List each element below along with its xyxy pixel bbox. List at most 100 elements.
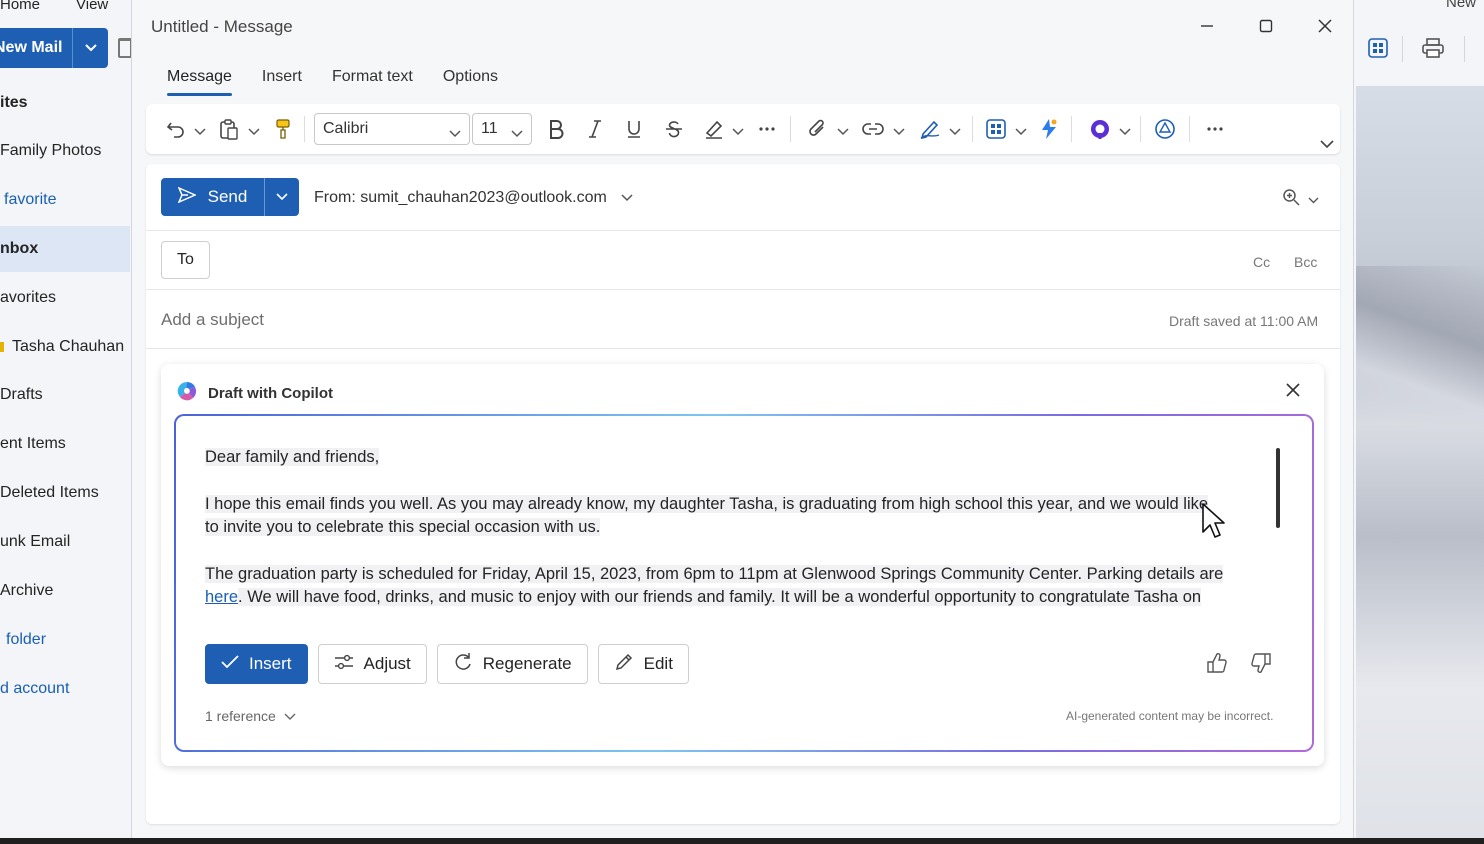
link-chevron-icon[interactable]: [893, 123, 905, 141]
reference-label: 1 reference: [205, 708, 276, 724]
chevron-down-icon: [621, 189, 633, 207]
new-mail-button[interactable]: New Mail: [0, 28, 108, 68]
background-toolbar: [1356, 28, 1484, 72]
minimize-icon[interactable]: [1195, 14, 1219, 38]
nav-item-archive[interactable]: Archive: [0, 568, 130, 614]
nav-item-drafts[interactable]: Drafts: [0, 372, 130, 418]
background-menu-bar: Home View: [0, 0, 130, 14]
more-options-icon[interactable]: [1206, 116, 1224, 142]
paste-icon[interactable]: [219, 116, 239, 142]
apps-icon[interactable]: [986, 116, 1006, 142]
reference-toggle[interactable]: 1 reference: [205, 708, 296, 724]
tab-format-text[interactable]: Format text: [332, 64, 413, 98]
from-selector[interactable]: From: sumit_chauhan2023@outlook.com: [314, 189, 633, 207]
desktop-wallpaper: [1356, 86, 1484, 838]
from-address: From: sumit_chauhan2023@outlook.com: [314, 189, 607, 206]
nav-item-new-folder[interactable]: folder: [0, 617, 130, 663]
parking-details-link[interactable]: here: [205, 588, 238, 606]
nav-item-deleted-items[interactable]: Deleted Items: [0, 470, 130, 516]
send-label: Send: [207, 187, 248, 206]
font-size-dropdown[interactable]: 11: [472, 113, 532, 145]
nav-item-junk-email[interactable]: unk Email: [0, 519, 130, 565]
more-format-icon[interactable]: [758, 116, 776, 142]
undo-icon[interactable]: [166, 116, 186, 142]
insert-button[interactable]: Insert: [205, 644, 308, 684]
print-icon[interactable]: [1422, 38, 1444, 63]
strikethrough-icon[interactable]: [665, 116, 683, 142]
tab-options[interactable]: Options: [443, 64, 498, 98]
paste-chevron-icon[interactable]: [248, 123, 260, 141]
format-painter-icon[interactable]: [275, 116, 291, 142]
send-button-group: Send: [161, 178, 299, 216]
cc-button[interactable]: Cc: [1253, 254, 1270, 270]
font-name-value: Calibri: [323, 120, 369, 137]
chevron-down-icon: [449, 125, 461, 143]
undo-chevron-icon[interactable]: [194, 123, 206, 141]
edit-button[interactable]: Edit: [597, 644, 689, 684]
ai-disclaimer: AI-generated content may be incorrect.: [1066, 709, 1274, 723]
font-name-dropdown[interactable]: Calibri: [314, 113, 470, 145]
font-size-value: 11: [481, 120, 498, 137]
apps-grid-icon[interactable]: [1368, 38, 1388, 63]
background-new-label: New: [1446, 0, 1477, 11]
maximize-icon[interactable]: [1254, 14, 1278, 38]
draft-greeting: Dear family and friends,: [205, 448, 380, 466]
loop-icon[interactable]: [1039, 116, 1059, 142]
nav-item-sent-items[interactable]: ent Items: [0, 421, 130, 467]
menu-view[interactable]: View: [76, 0, 108, 13]
copilot-header-label: Draft with Copilot: [208, 384, 333, 402]
signature-chevron-icon[interactable]: [949, 123, 961, 141]
regenerate-button[interactable]: Regenerate: [436, 644, 588, 684]
copilot-actions: Insert Adjust Regenerate Edit: [205, 644, 689, 684]
nav-item-add-favorite[interactable]: favorite: [0, 177, 130, 223]
highlight-icon[interactable]: [703, 116, 725, 142]
mouse-cursor-icon: [1201, 502, 1225, 545]
nav-item-family-photos[interactable]: Family Photos: [0, 128, 130, 174]
subject-input[interactable]: Add a subject: [161, 310, 264, 330]
sliders-icon: [334, 654, 354, 675]
draft-scrollbar[interactable]: [1276, 448, 1280, 528]
folder-color-icon: [0, 342, 4, 352]
title-bar[interactable]: Untitled - Message: [132, 0, 1353, 52]
editor-icon[interactable]: [1154, 116, 1176, 142]
italic-icon[interactable]: [587, 116, 603, 142]
nav-item-tasha-chauhan[interactable]: Tasha Chauhan: [0, 324, 130, 370]
menu-home[interactable]: Home: [0, 0, 40, 13]
tab-message[interactable]: Message: [167, 64, 232, 98]
zoom-control[interactable]: [1282, 188, 1319, 211]
close-copilot-icon[interactable]: [1285, 382, 1301, 403]
ribbon-tabs: Message Insert Format text Options: [167, 64, 498, 98]
apps-chevron-icon[interactable]: [1015, 123, 1027, 141]
nav-item-inbox[interactable]: nbox: [0, 226, 130, 272]
refresh-icon: [453, 652, 473, 677]
window-title: Untitled - Message: [151, 17, 293, 36]
attach-file-icon[interactable]: [808, 116, 828, 142]
thumbs-up-icon[interactable]: [1206, 652, 1228, 679]
viva-insights-icon[interactable]: [1089, 116, 1111, 142]
attach-chevron-icon[interactable]: [837, 123, 849, 141]
link-icon[interactable]: [862, 116, 884, 142]
signature-icon[interactable]: [919, 116, 941, 142]
nav-item-favorites[interactable]: avorites: [0, 275, 130, 321]
expand-ribbon-icon[interactable]: [1320, 136, 1334, 154]
insights-chevron-icon[interactable]: [1119, 123, 1131, 141]
nav-item-favorites-header[interactable]: ites: [0, 80, 130, 126]
bcc-button[interactable]: Bcc: [1294, 254, 1317, 270]
thumbs-down-icon[interactable]: [1250, 652, 1272, 679]
to-button[interactable]: To: [161, 241, 210, 279]
adjust-button[interactable]: Adjust: [317, 644, 427, 684]
nav-item-add-account[interactable]: d account: [0, 666, 130, 712]
taskbar: [0, 838, 1484, 844]
draft-paragraph-1: I hope this email finds you well. As you…: [205, 495, 1209, 536]
send-options-chevron-icon[interactable]: [265, 178, 299, 216]
send-button[interactable]: Send: [161, 178, 264, 216]
send-icon: [177, 186, 197, 208]
message-window: Untitled - Message Message Insert Format…: [131, 0, 1354, 838]
underline-icon[interactable]: [626, 116, 642, 142]
tab-insert[interactable]: Insert: [262, 64, 302, 98]
highlight-chevron-icon[interactable]: [732, 123, 744, 141]
bold-icon[interactable]: [548, 116, 564, 142]
chevron-down-icon[interactable]: [73, 43, 108, 53]
close-window-icon[interactable]: [1313, 14, 1337, 38]
delete-icon[interactable]: [118, 38, 132, 58]
